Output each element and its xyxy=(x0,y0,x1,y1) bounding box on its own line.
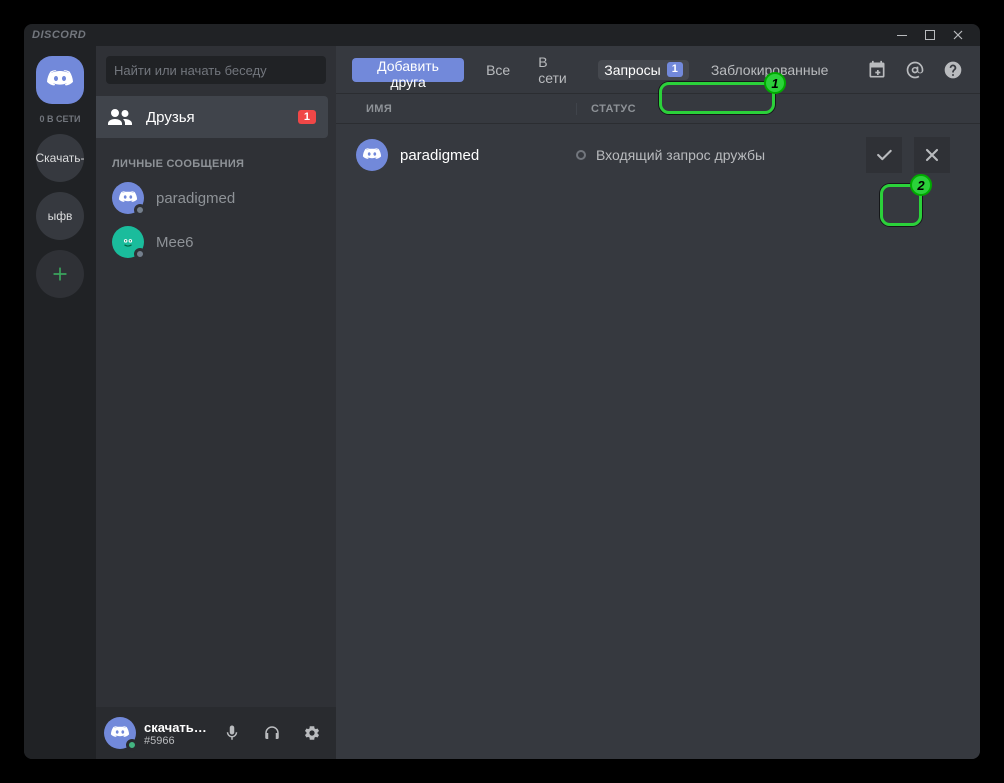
discord-logo-icon xyxy=(110,726,130,740)
friends-icon xyxy=(108,109,132,125)
rail-online-label: 0 В СЕТИ xyxy=(40,114,81,124)
dm-name: Mee6 xyxy=(156,234,194,251)
settings-button[interactable] xyxy=(296,717,328,749)
window-close-button[interactable] xyxy=(944,24,972,46)
dm-item[interactable]: paradigmed xyxy=(104,177,328,219)
tab-blocked[interactable]: Заблокированные xyxy=(705,60,835,80)
col-status: СТАТУС xyxy=(576,103,850,115)
friends-toolbar: Добавить друга Все В сети Запросы 1 Забл… xyxy=(336,46,980,94)
new-group-dm-button[interactable] xyxy=(866,58,888,82)
dm-sidebar: Друзья 1 ЛИЧНЫЕ СООБЩЕНИЯ paradigmed Mee… xyxy=(96,46,336,759)
dm-avatar xyxy=(112,226,144,258)
dm-item[interactable]: Mee6 xyxy=(104,221,328,263)
add-friend-button[interactable]: Добавить друга xyxy=(352,58,464,82)
col-name: ИМЯ xyxy=(366,103,576,115)
dm-name: paradigmed xyxy=(156,190,235,207)
window-minimize-button[interactable] xyxy=(888,24,916,46)
user-tag: #5966 xyxy=(144,735,208,747)
column-headers: ИМЯ СТАТУС xyxy=(336,94,980,124)
decline-request-button[interactable] xyxy=(914,137,950,173)
server-rail: 0 В СЕТИ Скачать- ыфв xyxy=(24,46,96,759)
titlebar: DISCORD xyxy=(24,24,980,46)
status-indicator-icon xyxy=(576,150,586,160)
user-panel: скачать-дис... #5966 xyxy=(96,707,336,759)
deafen-button[interactable] xyxy=(256,717,288,749)
status-offline-icon xyxy=(134,248,146,260)
mute-button[interactable] xyxy=(216,717,248,749)
bot-face-icon xyxy=(118,235,138,249)
status-online-icon xyxy=(126,739,138,751)
window-maximize-button[interactable] xyxy=(916,24,944,46)
gear-icon xyxy=(303,724,321,742)
help-icon xyxy=(943,60,963,80)
user-name: скачать-дис... xyxy=(144,720,208,735)
friends-tab[interactable]: Друзья 1 xyxy=(96,96,328,138)
dm-section-header: ЛИЧНЫЕ СООБЩЕНИЯ xyxy=(96,140,336,176)
dm-avatar xyxy=(112,182,144,214)
microphone-icon xyxy=(223,724,241,742)
add-server-button[interactable] xyxy=(36,250,84,298)
app-brand: DISCORD xyxy=(32,29,86,41)
tab-pending-label: Запросы xyxy=(604,62,660,78)
server-item[interactable]: Скачать- xyxy=(36,134,84,182)
discord-logo-icon xyxy=(362,148,382,162)
discord-logo-icon xyxy=(118,191,138,205)
headphones-icon xyxy=(263,724,281,742)
mentions-button[interactable] xyxy=(904,58,926,82)
help-button[interactable] xyxy=(942,58,964,82)
request-username: paradigmed xyxy=(400,147,479,164)
tab-online[interactable]: В сети xyxy=(532,52,582,88)
search-input[interactable] xyxy=(106,56,326,84)
friends-badge: 1 xyxy=(298,110,316,124)
close-icon xyxy=(922,145,942,165)
request-avatar xyxy=(356,139,388,171)
server-item[interactable]: ыфв xyxy=(36,192,84,240)
new-message-icon xyxy=(867,60,887,80)
main-content: Добавить друга Все В сети Запросы 1 Забл… xyxy=(336,46,980,759)
at-icon xyxy=(905,60,925,80)
accept-request-button[interactable] xyxy=(866,137,902,173)
user-avatar[interactable] xyxy=(104,717,136,749)
request-status-text: Входящий запрос дружбы xyxy=(596,147,765,163)
friends-label: Друзья xyxy=(146,109,284,126)
friend-request-row[interactable]: paradigmed Входящий запрос дружбы xyxy=(336,124,980,186)
status-offline-icon xyxy=(134,204,146,216)
tab-pending-badge: 1 xyxy=(667,62,683,77)
tab-all[interactable]: Все xyxy=(480,60,516,80)
check-icon xyxy=(874,145,894,165)
home-button[interactable] xyxy=(36,56,84,104)
tab-pending[interactable]: Запросы 1 xyxy=(598,60,689,80)
